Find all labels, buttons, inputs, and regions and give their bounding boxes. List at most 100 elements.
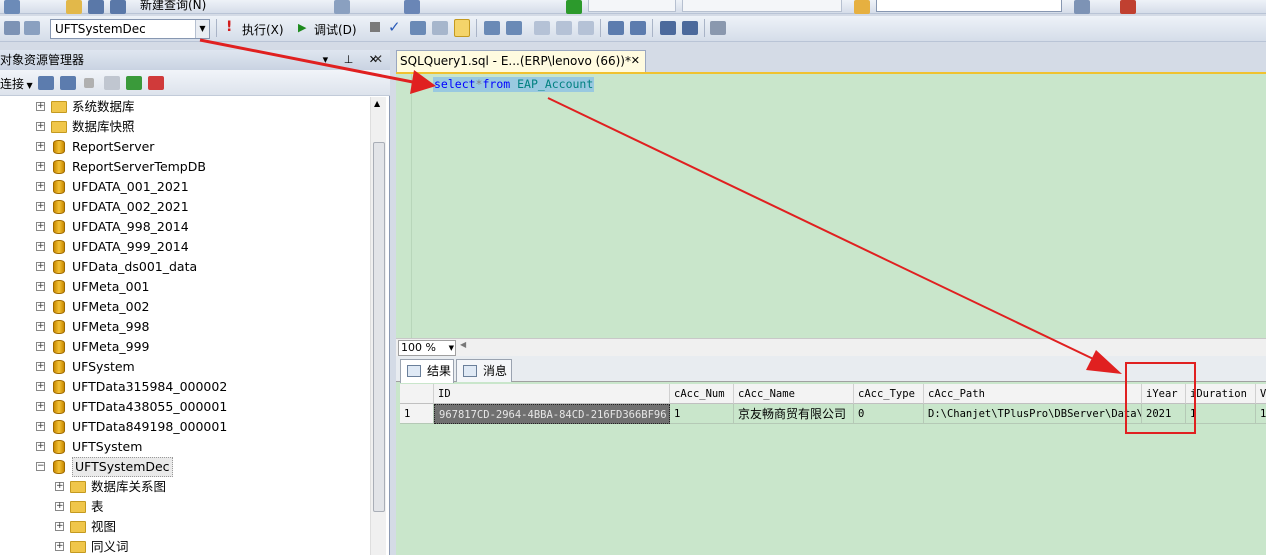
new-file-icon[interactable] <box>4 0 20 14</box>
execute-button[interactable]: 执行(X) <box>242 21 284 38</box>
tree-node-database[interactable]: + UFDATA_002_2021 <box>0 197 370 217</box>
toolbox-icon[interactable] <box>1120 0 1136 14</box>
column-header[interactable]: Ve <box>1256 384 1266 404</box>
expand-icon[interactable]: + <box>36 182 45 191</box>
expand-icon[interactable]: + <box>36 122 45 131</box>
expand-icon[interactable]: + <box>36 202 45 211</box>
find-icon[interactable] <box>854 0 870 14</box>
grid-cell[interactable]: 0 <box>854 404 924 424</box>
parse-icon[interactable]: ✓ <box>388 18 401 36</box>
tree-node-folder[interactable]: + 表 <box>0 497 370 517</box>
expand-icon[interactable]: + <box>36 102 45 111</box>
expand-icon[interactable]: + <box>55 482 64 491</box>
tree-node-database[interactable]: + UFTData849198_000001 <box>0 417 370 437</box>
expand-icon[interactable]: + <box>36 382 45 391</box>
expand-icon[interactable]: + <box>36 402 45 411</box>
save-icon[interactable] <box>88 0 104 14</box>
expand-icon[interactable]: + <box>55 542 64 551</box>
solution-config-combo[interactable] <box>588 0 676 12</box>
uncomment-icon[interactable] <box>630 21 646 35</box>
expand-icon[interactable]: + <box>36 362 45 371</box>
find-combo[interactable] <box>876 0 1062 12</box>
expand-icon[interactable]: + <box>36 442 45 451</box>
debug-button[interactable]: 调试(D) <box>314 21 357 38</box>
expand-icon[interactable]: + <box>36 142 45 151</box>
tree-node-database[interactable]: + UFMeta_998 <box>0 317 370 337</box>
properties-icon[interactable] <box>1074 0 1090 14</box>
tab-results[interactable]: 结果 <box>400 359 454 383</box>
close-tab-icon[interactable]: ✕ <box>631 51 640 71</box>
expand-icon[interactable]: + <box>36 242 45 251</box>
tree-node-database[interactable]: + UFDATA_001_2021 <box>0 177 370 197</box>
tree-node-folder[interactable]: + 视图 <box>0 517 370 537</box>
platform-combo[interactable] <box>682 0 842 12</box>
grid-cell[interactable]: 1 <box>1186 404 1256 424</box>
tree-node-folder[interactable]: + 数据库快照 <box>0 117 370 137</box>
expand-icon[interactable]: + <box>36 302 45 311</box>
delete-icon[interactable] <box>148 76 164 90</box>
tree-node-database[interactable]: + UFData_ds001_data <box>0 257 370 277</box>
collapse-icon[interactable]: − <box>36 462 45 471</box>
expand-icon[interactable]: + <box>36 162 45 171</box>
undo-icon[interactable] <box>404 0 420 14</box>
expand-icon[interactable]: + <box>36 322 45 331</box>
close-panel-icon[interactable]: ✕ <box>373 52 383 66</box>
results-to-text-icon[interactable] <box>534 21 550 35</box>
tree-node-database[interactable]: + ReportServer <box>0 137 370 157</box>
tree-node-database[interactable]: + UFTData438055_000001 <box>0 397 370 417</box>
scroll-up-icon[interactable]: ▲ <box>374 99 380 108</box>
grid-corner[interactable] <box>400 384 434 404</box>
save-all-icon[interactable] <box>110 0 126 14</box>
specify-values-icon[interactable] <box>710 21 726 35</box>
tree-scrollbar[interactable]: ▲ <box>370 97 386 555</box>
tree-node-database[interactable]: + ReportServerTempDB <box>0 157 370 177</box>
stop-icon[interactable] <box>84 78 94 88</box>
disconnect-icon[interactable] <box>60 76 76 90</box>
tree-node-folder[interactable]: + 系统数据库 <box>0 97 370 117</box>
connect-icon[interactable] <box>4 21 20 35</box>
change-connection-icon[interactable] <box>24 21 40 35</box>
increase-indent-icon[interactable] <box>682 21 698 35</box>
expand-icon[interactable]: + <box>36 222 45 231</box>
expand-icon[interactable]: + <box>36 342 45 351</box>
column-header[interactable]: cAcc_Path <box>924 384 1142 404</box>
tree-node-database[interactable]: + UFTData315984_000002 <box>0 377 370 397</box>
column-header[interactable]: cAcc_Name <box>734 384 854 404</box>
tree-node-database[interactable]: + UFDATA_998_2014 <box>0 217 370 237</box>
grid-cell[interactable]: 京友畅商贸有限公司 <box>734 404 854 424</box>
sql-text[interactable]: select*from EAP_Account <box>433 77 595 92</box>
expand-icon[interactable]: + <box>36 282 45 291</box>
tree-node-folder[interactable]: + 数据库关系图 <box>0 477 370 497</box>
grid-cell[interactable]: 1 <box>1256 404 1266 424</box>
tree-node-database[interactable]: + UFMeta_999 <box>0 337 370 357</box>
tab-messages[interactable]: 消息 <box>456 359 512 382</box>
sql-editor[interactable]: select*from EAP_Account <box>396 72 1266 340</box>
column-header[interactable]: cAcc_Num <box>670 384 734 404</box>
client-stats-icon[interactable] <box>506 21 522 35</box>
expand-icon[interactable]: + <box>36 422 45 431</box>
decrease-indent-icon[interactable] <box>660 21 676 35</box>
expand-icon[interactable]: + <box>55 502 64 511</box>
expand-icon[interactable]: + <box>55 522 64 531</box>
connect-dropdown[interactable]: 连接 ▼ <box>0 75 33 92</box>
cut-icon[interactable] <box>334 0 350 14</box>
tree-node-database[interactable]: + UFMeta_002 <box>0 297 370 317</box>
actual-plan-icon[interactable] <box>484 21 500 35</box>
results-to-grid2-icon[interactable] <box>556 21 572 35</box>
display-plan-icon[interactable] <box>410 21 426 35</box>
tree-node-database[interactable]: − UFTSystemDec <box>0 457 370 477</box>
database-combo[interactable]: UFTSystemDec ▼ <box>50 19 210 39</box>
grid-cell[interactable]: 1 <box>670 404 734 424</box>
tree-node-database[interactable]: + UFTSystem <box>0 437 370 457</box>
filter-icon[interactable] <box>104 76 120 90</box>
column-header[interactable]: ID <box>434 384 670 404</box>
results-to-grid-icon[interactable] <box>454 19 470 37</box>
expand-icon[interactable]: + <box>36 262 45 271</box>
column-header[interactable]: cAcc_Type <box>854 384 924 404</box>
comment-icon[interactable] <box>608 21 624 35</box>
grid-cell[interactable]: D:\Chanjet\TPlusPro\DBServer\Data\ <box>924 404 1142 424</box>
refresh-icon[interactable] <box>126 76 142 90</box>
connect-server-icon[interactable] <box>38 76 54 90</box>
column-header[interactable]: iDuration <box>1186 384 1256 404</box>
row-number[interactable]: 1 <box>400 404 434 424</box>
